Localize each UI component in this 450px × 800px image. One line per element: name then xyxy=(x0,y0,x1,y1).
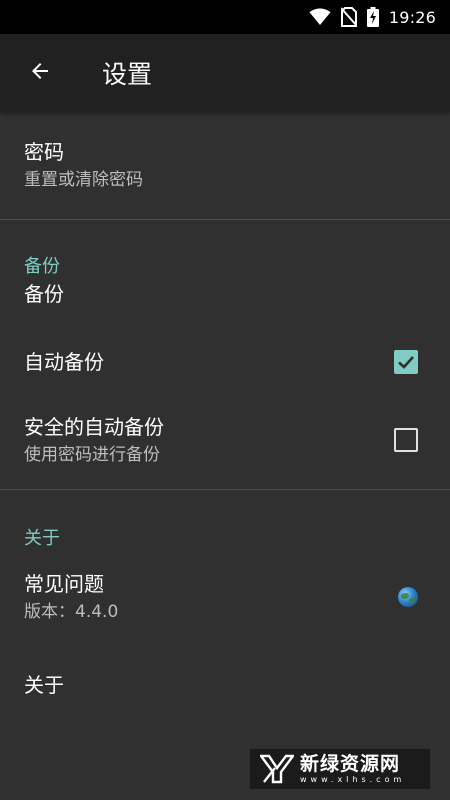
secure-auto-backup-title: 安全的自动备份 xyxy=(24,414,164,439)
globe-icon xyxy=(398,587,418,607)
backup-preference[interactable]: 备份 xyxy=(0,281,450,306)
password-summary: 重置或清除密码 xyxy=(24,170,143,190)
watermark-url: www.xlhs.com xyxy=(300,774,406,784)
password-preference[interactable]: 密码 重置或清除密码 xyxy=(0,112,450,219)
auto-backup-title: 自动备份 xyxy=(24,349,104,374)
about-title: 关于 xyxy=(24,673,64,697)
wifi-icon xyxy=(309,8,331,26)
faq-summary: 版本：4.4.0 xyxy=(24,601,119,622)
about-preference[interactable]: 关于 xyxy=(0,665,450,705)
backup-title: 备份 xyxy=(24,281,64,306)
watermark-name: 新绿资源网 xyxy=(300,752,401,775)
page-title: 设置 xyxy=(102,60,153,89)
battery-charging-icon xyxy=(366,7,379,27)
settings-list: 密码 重置或清除密码 备份 备份 自动备份 安全的自动备份 使用密码进行备份 关… xyxy=(0,112,450,800)
faq-preference[interactable]: 常见问题 版本：4.4.0 xyxy=(0,567,450,627)
secure-auto-backup-checkbox[interactable] xyxy=(394,428,418,452)
watermark-mark-icon xyxy=(260,754,294,784)
status-time: 19:26 xyxy=(388,7,436,27)
password-title: 密码 xyxy=(24,140,64,164)
secure-auto-backup-summary: 使用密码进行备份 xyxy=(24,444,160,465)
back-button[interactable] xyxy=(12,45,68,101)
checkbox-unchecked xyxy=(394,428,418,452)
auto-backup-checkbox[interactable] xyxy=(394,349,418,374)
no-sim-icon xyxy=(340,7,357,27)
checkbox-checked xyxy=(394,349,418,374)
auto-backup-preference[interactable]: 自动备份 xyxy=(0,335,450,388)
check-icon xyxy=(398,355,414,369)
faq-title: 常见问题 xyxy=(24,571,104,596)
watermark-logo: 新绿资源网 www.xlhs.com xyxy=(250,749,430,789)
app-bar: 设置 xyxy=(0,34,450,112)
arrow-back-icon xyxy=(28,59,52,87)
status-bar: 19:26 xyxy=(0,0,450,34)
secure-auto-backup-preference[interactable]: 安全的自动备份 使用密码进行备份 xyxy=(0,395,450,485)
